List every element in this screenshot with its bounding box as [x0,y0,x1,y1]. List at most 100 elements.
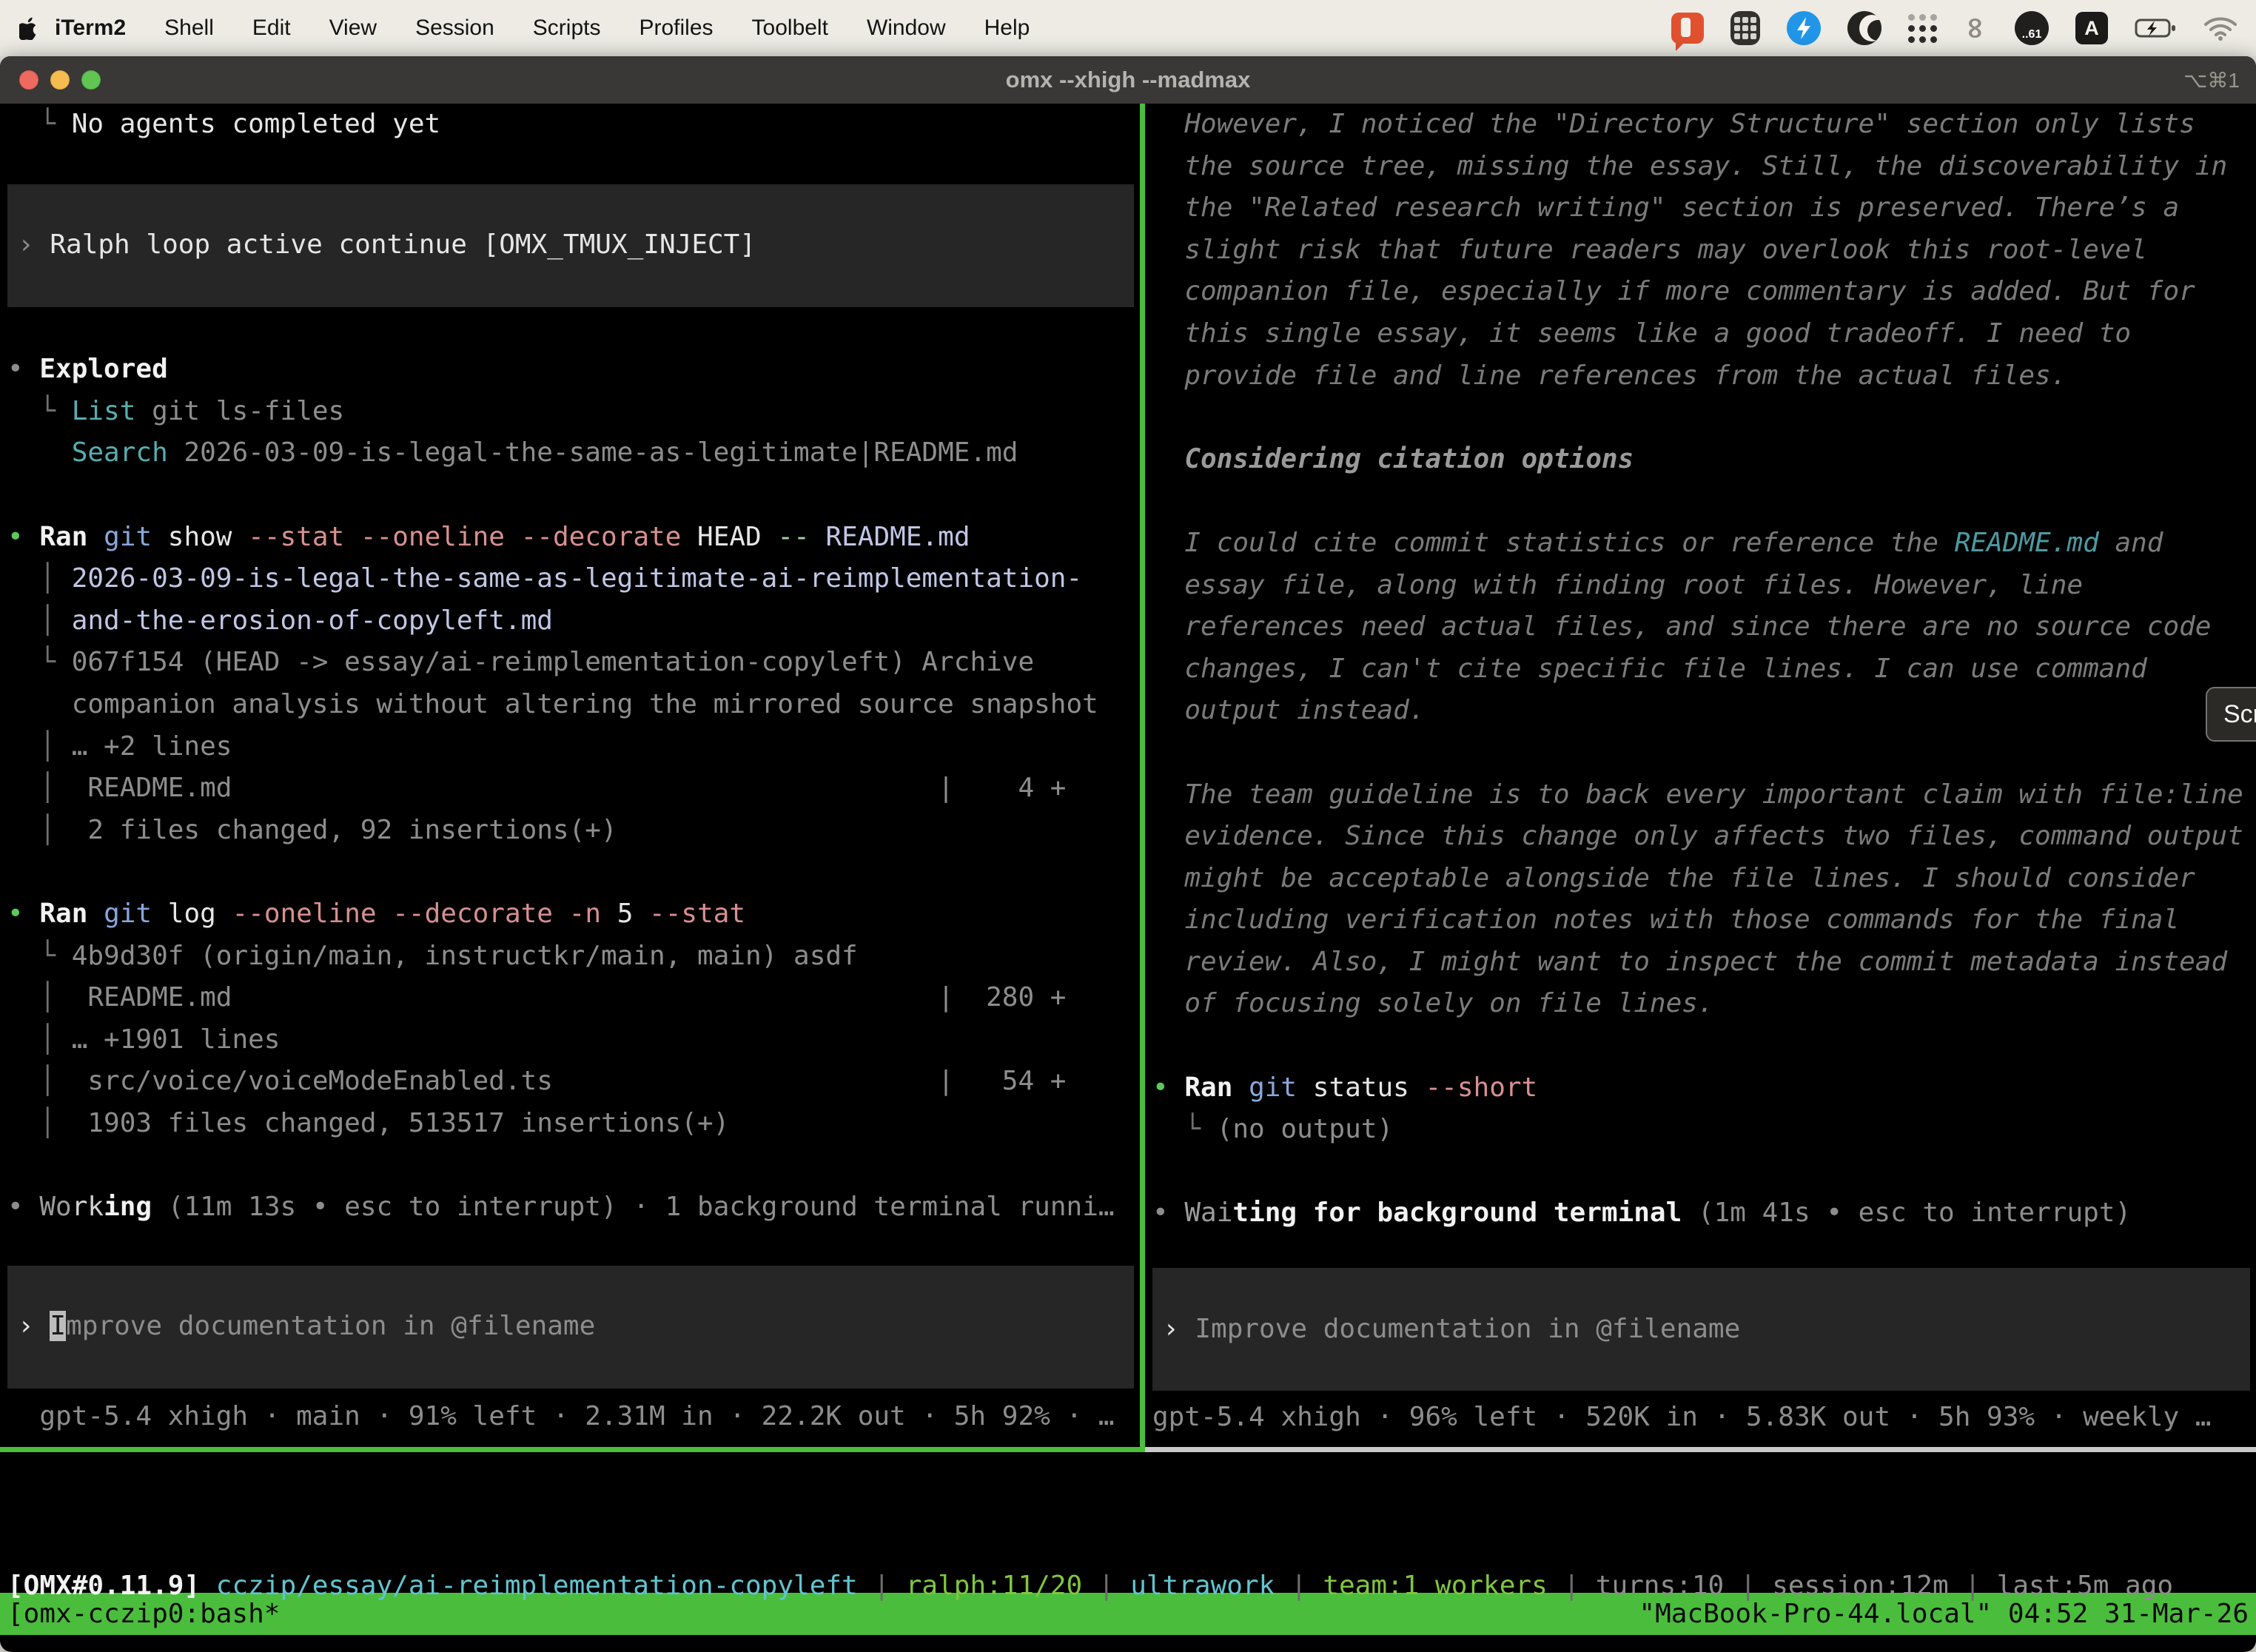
text-segment: • [1152,1198,1184,1228]
blank-line [7,307,1140,349]
menu-item-window[interactable]: Window [867,16,946,41]
left-terminal-pane[interactable]: └ No agents completed yet › Ralph loop ac… [0,104,1140,1447]
text-segment: 4b9d30f (origin/main, instructkr/main, m… [72,941,858,971]
text-segment: status [1297,1072,1425,1103]
iterm2-window: omx --xhigh --madmax ⌥⌘1 └ No agents com… [0,56,2256,1652]
text-segment: However, I noticed the "Directory Struct… [1152,109,2195,139]
text-segment: The team guideline is to back every impo… [1152,779,2243,810]
text-segment: --short [1426,1072,1538,1103]
dots-grid-icon[interactable] [1908,14,1937,43]
terminal-line: The team guideline is to back every impo… [1152,774,2256,816]
terminal-line: might be acceptable alongside the file l… [1152,858,2256,900]
text-segment: │ [7,815,56,845]
text-segment: changes, I can't cite specific file line… [1152,654,2147,684]
menu-items: iTerm2 Shell Edit View Session Scripts Profil… [55,16,1030,41]
squiggle-icon[interactable]: ∞ [1958,16,1993,40]
menu-item-view[interactable]: View [329,16,377,41]
text-segment: Explored [39,354,167,384]
text-segment: review. Also, I might want to inspect th… [1152,947,2227,977]
text-segment: | [1082,1571,1130,1601]
text-segment: git [104,899,152,929]
terminal-line: the "Related research writing" section i… [1152,187,2256,229]
maximize-button[interactable] [81,70,101,90]
text-segment: 5 [601,899,649,929]
right-terminal-pane[interactable]: However, I noticed the "Directory Struct… [1145,104,2256,1447]
terminal-line: └ No agents completed yet [7,104,1140,146]
text-segment: src/voice/voiceModeEnabled.ts | 54 + [56,1066,1066,1096]
text-segment: companion analysis without altering the … [7,689,1098,719]
prompt-input-box[interactable]: › Ralph loop active continue [OMX_TMUX_I… [7,184,1134,307]
close-button[interactable] [19,70,38,90]
text-segment: team:1 workers [1323,1571,1547,1601]
window-title-bar[interactable]: omx --xhigh --madmax ⌥⌘1 [0,56,2256,104]
terminal-line: provide file and line references from th… [1152,355,2256,397]
letter-a-icon[interactable]: A [2075,12,2108,44]
text-segment: ralph:11/20 [906,1571,1082,1601]
gauge-icon[interactable]: ..61 [2015,11,2049,45]
terminal-line: │ 1903 files changed, 513517 insertions(… [7,1103,1140,1145]
text-segment: • [1152,1072,1184,1103]
text-segment: │ [7,1024,72,1055]
text-segment: └ [7,647,72,677]
text-segment [553,899,569,929]
text-segment: -n [569,899,601,929]
text-segment: │ [7,773,56,803]
terminal-line: └ 067f154 (HEAD -> essay/ai-reimplementa… [7,642,1140,684]
text-segment: ultrawork [1130,1571,1275,1601]
pane-divider[interactable] [1140,104,1145,1447]
bolt-circle-icon[interactable] [1787,11,1821,45]
menu-item-edit[interactable]: Edit [252,16,291,41]
apple-menu-icon[interactable] [19,16,44,40]
text-segment: I [50,1311,66,1341]
tmux-session-label: [omx-cczip0:bash* [7,1599,280,1629]
text-segment: 1903 files changed, 513517 insertions(+) [56,1108,729,1138]
minimize-button[interactable] [50,70,70,90]
moon-circle-icon[interactable] [1847,11,1881,45]
menu-item-toolbelt[interactable]: Toolbelt [752,16,828,41]
prompt-input-box[interactable]: › Improve documentation in @filename [1152,1268,2250,1391]
menu-item-help[interactable]: Help [984,16,1030,41]
text-segment: › [1163,1314,1195,1344]
blank-line [7,474,1140,517]
text-segment: Search [72,437,168,468]
wifi-icon[interactable] [2204,16,2237,41]
terminal-line: • Working (11m 13s • esc to interrupt) ·… [7,1186,1140,1229]
prompt-input-text: › Ralph loop active continue [OMX_TMUX_I… [18,224,756,266]
traffic-lights [19,56,101,104]
text-segment: • [7,899,39,929]
text-segment: └ [7,941,72,971]
terminal-line: this single essay, it seems like a good … [1152,313,2256,355]
terminal-line: │ … +2 lines [7,726,1140,768]
prompt-input-box[interactable]: › Improve documentation in @filename [7,1266,1134,1389]
terminal-line: companion file, especially if more comme… [1152,271,2256,313]
menu-item-session[interactable]: Session [415,16,494,41]
terminal-line: • Waiting for background terminal (1m 41… [1152,1192,2256,1235]
text-segment: └ [7,109,72,139]
prompt-input-text: › Improve documentation in @filename [18,1306,595,1348]
text-segment: --stat [649,899,745,929]
menu-item-shell[interactable]: Shell [164,16,214,41]
text-segment [87,899,104,929]
text-segment: session:12m [1772,1571,1948,1601]
terminal-line: changes, I can't cite specific file line… [1152,648,2256,691]
text-segment: might be acceptable alongside the file l… [1152,863,2195,893]
menu-item-scripts[interactable]: Scripts [533,16,601,41]
text-segment: git [1249,1072,1297,1103]
menu-item-profiles[interactable]: Profiles [639,16,713,41]
keypad-icon[interactable] [1730,11,1760,45]
text-segment [1232,1072,1249,1103]
blank-line [1152,1151,2256,1193]
text-segment: [OMX#0.11.9] [7,1571,216,1601]
menu-app-name[interactable]: iTerm2 [55,16,126,41]
text-segment: git ls-files [135,396,344,426]
chat-icon[interactable] [1671,13,1704,44]
battery-icon[interactable] [2135,17,2178,39]
text-segment: No agents completed yet [72,109,441,139]
terminal-line: │ README.md | 4 + [7,768,1140,810]
text-segment: Considering citation options [1152,444,1634,474]
terminal-line: • Ran git show --stat --oneline --decora… [7,517,1140,559]
terminal-line: the source tree, missing the essay. Stil… [1152,146,2256,188]
text-segment: the "Related research writing" section i… [1152,192,2179,223]
text-segment: --stat --oneline --decorate [248,522,681,552]
terminal-panes: └ No agents completed yet › Ralph loop ac… [0,104,2256,1447]
